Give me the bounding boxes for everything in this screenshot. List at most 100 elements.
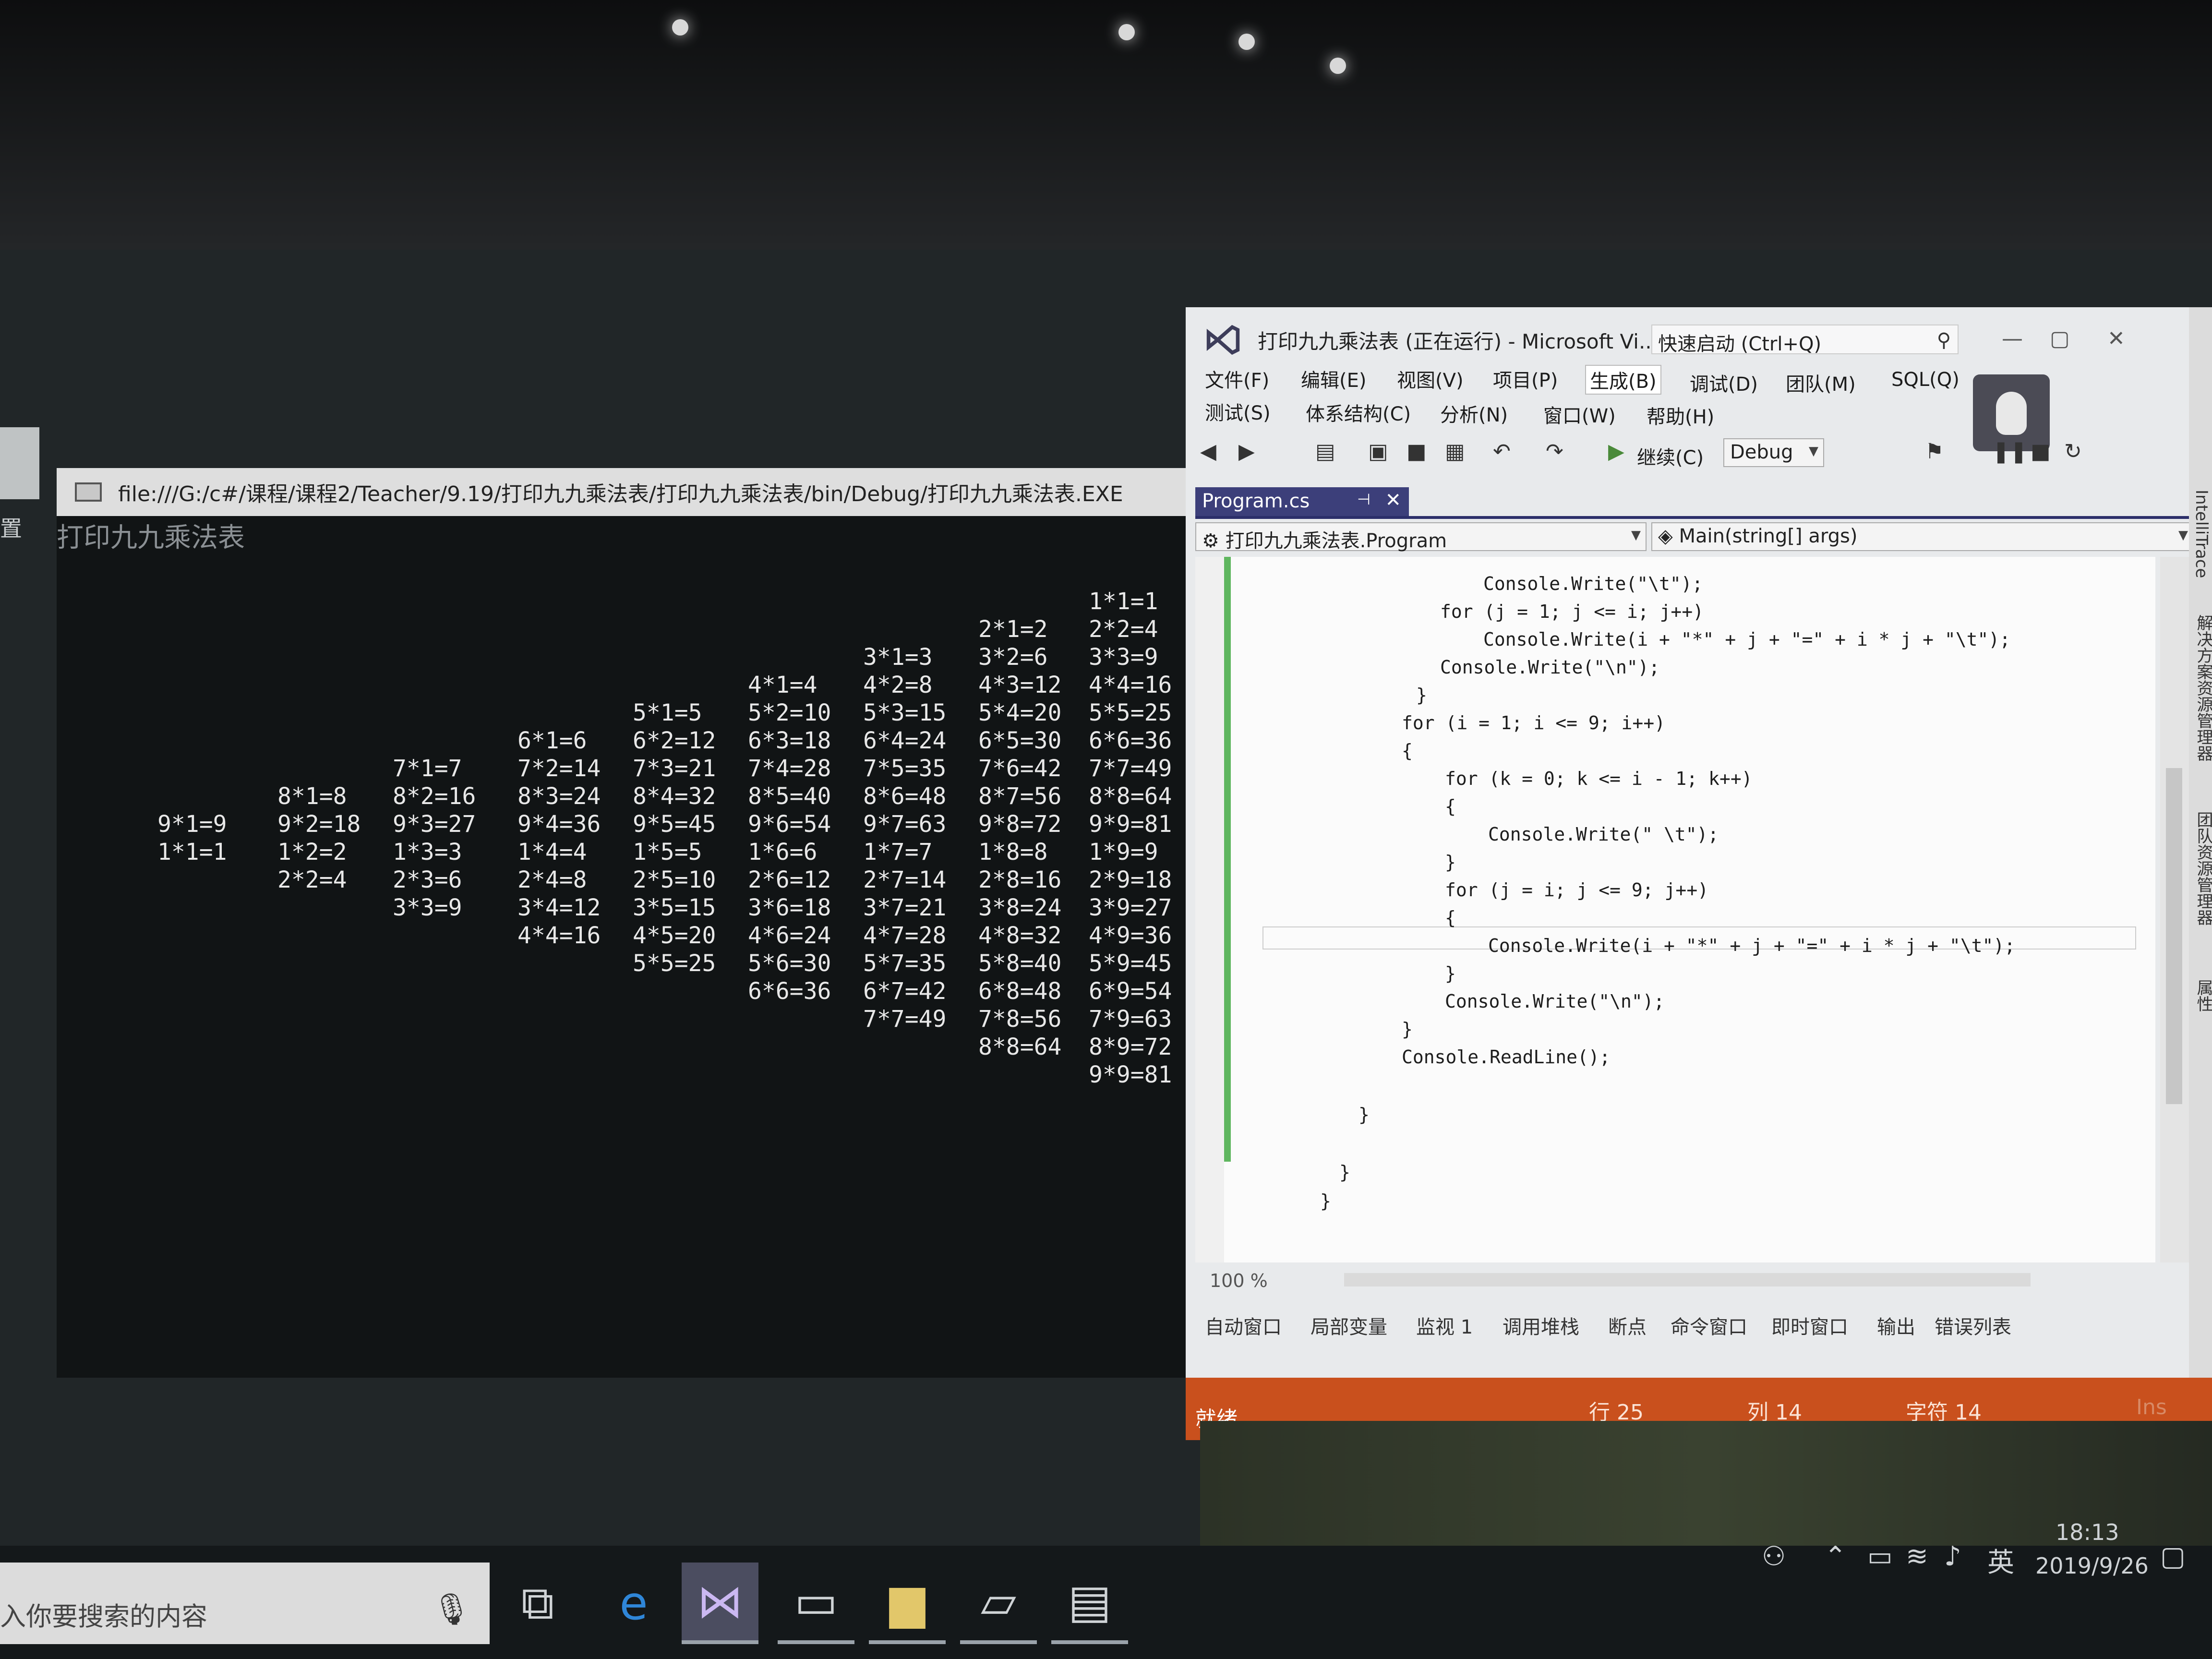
taskbar-search-input[interactable]: 入你要搜索的内容 🎙	[0, 1563, 490, 1644]
code-line: }	[1339, 1162, 1350, 1183]
tab-label: Program.cs	[1202, 490, 1310, 512]
battery-icon[interactable]: ▭	[1867, 1541, 1893, 1572]
quick-launch-input[interactable]: 快速启动 (Ctrl+Q) ⚲	[1651, 325, 1959, 355]
table-cell: 5*2=10	[748, 699, 831, 726]
tab-program-cs[interactable]: Program.cs ⊣ ✕	[1195, 487, 1409, 516]
code-line: }	[1445, 852, 1456, 873]
table-cell: 5*3=15	[863, 699, 947, 726]
desktop-shortcut-label: 置	[0, 516, 22, 541]
task-view-icon[interactable]: ⧉	[499, 1563, 576, 1644]
volume-icon[interactable]: ♪	[1944, 1541, 1961, 1572]
visual-studio-icon[interactable]: ⋈	[682, 1563, 758, 1644]
tab-call-stack[interactable]: 调用堆栈	[1503, 1311, 1579, 1339]
change-tracking-bar	[1224, 557, 1231, 1162]
notepad-icon[interactable]: ▤	[1051, 1563, 1128, 1644]
zoom-level[interactable]: 100 %	[1210, 1270, 1268, 1291]
tab-command[interactable]: 命令窗口	[1671, 1311, 1747, 1339]
document-icon[interactable]: ▱	[960, 1563, 1037, 1644]
menu-edit[interactable]: 编辑(E)	[1301, 365, 1366, 393]
table-cell: 7*3=21	[633, 755, 716, 782]
menu-debug[interactable]: 调试(D)	[1690, 369, 1758, 397]
table-cell: 1*1=1	[157, 839, 227, 866]
close-button[interactable]: ✕	[2107, 326, 2125, 351]
file-explorer-icon[interactable]: ▆	[869, 1563, 946, 1644]
forward-icon[interactable]: ▶	[1238, 439, 1255, 464]
type-dropdown[interactable]: ⚙ 打印九九乘法表.Program ▼	[1195, 522, 1647, 552]
menu-test[interactable]: 测试(S)	[1205, 397, 1271, 425]
notification-icon[interactable]: ▢	[2160, 1541, 2186, 1572]
tab-breakpoints[interactable]: 断点	[1608, 1311, 1647, 1339]
console-title-bar[interactable]: file:///G:/c#/课程/课程2/Teacher/9.19/打印九九乘法…	[57, 468, 1190, 516]
continue-button[interactable]: 继续(C)	[1637, 442, 1704, 470]
tab-locals[interactable]: 局部变量	[1310, 1311, 1387, 1339]
tab-immediate[interactable]: 即时窗口	[1771, 1311, 1848, 1339]
table-cell: 8*8=64	[1089, 783, 1172, 810]
stop-icon[interactable]: ■	[2031, 439, 2051, 464]
table-cell: 6*7=42	[863, 978, 947, 1005]
member-dropdown[interactable]: ◈ Main(string[] args) ▼	[1651, 522, 2194, 551]
attach-icon[interactable]: ⚑	[1925, 439, 1944, 464]
menu-file[interactable]: 文件(F)	[1205, 365, 1269, 393]
menu-sql[interactable]: SQL(Q)	[1891, 369, 1960, 391]
save-icon[interactable]: ■	[1407, 439, 1427, 464]
minimize-button[interactable]: —	[2002, 326, 2023, 351]
edge-icon[interactable]: e	[595, 1563, 672, 1644]
microphone-icon[interactable]: 🎙	[432, 1591, 471, 1627]
menu-help[interactable]: 帮助(H)	[1647, 401, 1714, 429]
editor-gutter	[1195, 557, 1224, 1262]
menu-build[interactable]: 生成(B)	[1585, 365, 1661, 395]
table-cell: 1*3=3	[393, 839, 462, 866]
save-all-icon[interactable]: ▦	[1445, 439, 1465, 464]
wifi-icon[interactable]: ≋	[1906, 1541, 1928, 1572]
rail-tab-properties[interactable]: 属性	[2192, 979, 2212, 1012]
scroll-thumb[interactable]	[2166, 768, 2182, 1104]
rail-tab-intellitrace[interactable]: IntelliTrace	[2192, 490, 2211, 578]
computer-icon[interactable]: ▭	[778, 1563, 854, 1644]
menu-analyze[interactable]: 分析(N)	[1440, 399, 1508, 427]
open-file-icon[interactable]: ▣	[1368, 439, 1388, 464]
table-cell: 4*7=28	[863, 922, 947, 949]
undo-icon[interactable]: ↶	[1493, 439, 1511, 464]
redo-icon[interactable]: ↷	[1546, 439, 1563, 464]
menu-team[interactable]: 团队(M)	[1786, 369, 1856, 397]
clock-time[interactable]: 18:13	[2056, 1519, 2119, 1545]
rail-tab-team-explorer[interactable]: 团队资源管理器	[2192, 811, 2212, 926]
close-tab-icon[interactable]: ✕	[1385, 489, 1401, 511]
chevron-down-icon: ▼	[1809, 444, 1818, 458]
clock-date[interactable]: 2019/9/26	[2035, 1553, 2149, 1579]
room-background	[0, 0, 2212, 250]
code-line: for (j = 1; j <= i; j++)	[1440, 601, 1704, 622]
input-language[interactable]: 英	[1987, 1541, 2014, 1580]
tab-watch-1[interactable]: 监视 1	[1416, 1311, 1473, 1339]
pause-icon[interactable]: ❚❚	[1992, 439, 2028, 464]
restart-icon[interactable]: ↻	[2064, 439, 2082, 464]
tab-output[interactable]: 输出	[1877, 1311, 1915, 1339]
table-cell: 8*2=16	[393, 783, 476, 810]
vs-title-bar[interactable]: 打印九九乘法表 (正在运行) - Microsoft Vi... 快速启动 (C…	[1186, 307, 2212, 374]
tab-autos[interactable]: 自动窗口	[1205, 1311, 1282, 1339]
new-project-icon[interactable]: ▤	[1315, 439, 1335, 464]
table-cell: 5*9=45	[1089, 950, 1172, 977]
menu-view[interactable]: 视图(V)	[1397, 365, 1464, 393]
vertical-scrollbar[interactable]	[2160, 557, 2189, 1262]
table-cell: 4*8=32	[978, 922, 1062, 949]
table-cell: 7*6=42	[978, 755, 1062, 782]
configuration-select[interactable]: Debug ▼	[1723, 438, 1824, 467]
people-icon[interactable]: ⚇	[1762, 1541, 1786, 1572]
menu-project[interactable]: 项目(P)	[1493, 365, 1558, 393]
table-cell: 6*9=54	[1089, 978, 1172, 1005]
code-editor[interactable]: Console.Write("\t"); for (j = 1; j <= i;…	[1195, 557, 2155, 1262]
menu-window[interactable]: 窗口(W)	[1543, 400, 1616, 428]
chevron-up-icon[interactable]: ⌃	[1824, 1541, 1847, 1572]
tab-error-list[interactable]: 错误列表	[1935, 1311, 2011, 1339]
table-cell: 5*7=35	[863, 950, 947, 977]
continue-icon[interactable]: ▶	[1608, 439, 1624, 464]
pin-icon[interactable]: ⊣	[1357, 490, 1370, 508]
back-icon[interactable]: ◀	[1200, 439, 1216, 464]
maximize-button[interactable]: ▢	[2050, 326, 2070, 351]
menu-architecture[interactable]: 体系结构(C)	[1306, 398, 1411, 426]
rail-tab-solution-explorer[interactable]: 解决方案资源管理器	[2192, 614, 2212, 761]
desktop-shortcut-icon[interactable]	[0, 427, 39, 499]
ceiling-light	[1330, 58, 1346, 74]
horizontal-scrollbar[interactable]	[1344, 1273, 2031, 1286]
